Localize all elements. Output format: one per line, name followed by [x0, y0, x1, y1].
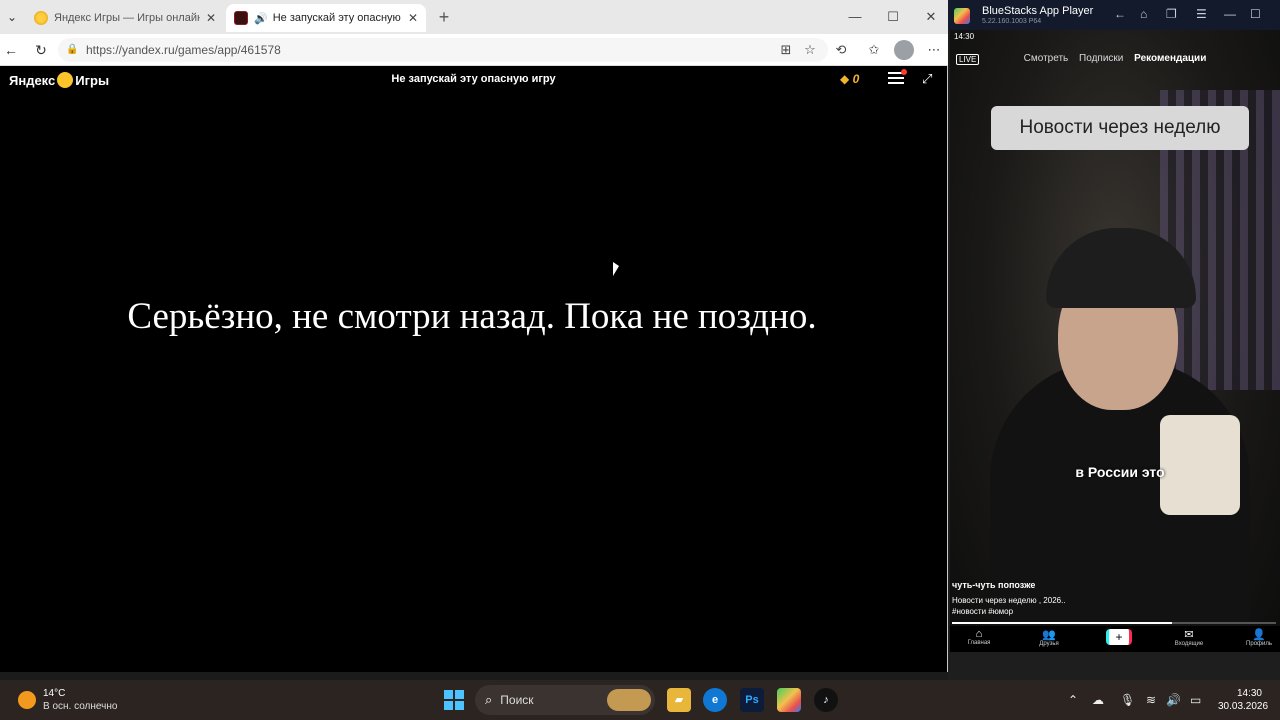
cloud-icon[interactable]: ☁: [1092, 693, 1104, 707]
tab-recommendations[interactable]: Рекомендации: [1134, 53, 1206, 64]
bottom-nav: ⌂ Главная 👥 Друзья + ✉ Входящие 👤 Профиль: [950, 626, 1280, 652]
tab-actions-chevron-icon[interactable]: ⌄: [2, 6, 22, 28]
friends-icon: 👥: [1042, 629, 1056, 641]
bluestacks-version: 5.22.160.1003 P64: [982, 18, 1042, 25]
back-arrow-icon[interactable]: ←: [0, 39, 22, 61]
profile-icon: 👤: [1252, 629, 1266, 641]
nav-home[interactable]: ⌂ Главная: [954, 628, 1004, 646]
inbox-icon: ✉: [1184, 629, 1194, 641]
start-windows-icon[interactable]: [444, 690, 464, 710]
bluestacks-title-bar: BlueStacks App Player 5.22.160.1003 P64 …: [948, 0, 1280, 30]
url-text: https://yandex.ru/games/app/461578: [86, 43, 281, 57]
yandex-games-favicon-icon: [34, 11, 48, 25]
address-bar-row: ← ↻ 🔒 https://yandex.ru/games/app/461578…: [0, 34, 948, 66]
recent-apps-icon[interactable]: ❐: [1166, 7, 1177, 21]
tab-yandex-games[interactable]: Яндекс Игры — Игры онлайн бе ✕: [26, 4, 224, 32]
tab-strip: ⌄ Яндекс Игры — Игры онлайн бе ✕ 🔊 Не за…: [0, 0, 948, 34]
maximize-icon[interactable]: ☐: [1250, 7, 1261, 21]
extensions-icon[interactable]: ⟲: [831, 40, 851, 60]
taskbar-search[interactable]: ⌕ Поиск: [475, 685, 655, 715]
notification-dot: [901, 69, 907, 75]
weather-description[interactable]: В осн. солнечно: [43, 701, 117, 712]
menu-icon[interactable]: ☰: [1196, 7, 1207, 21]
photoshop-icon[interactable]: Ps: [740, 688, 764, 712]
tab-title: Яндекс Игры — Игры онлайн бе: [54, 12, 200, 24]
bluestacks-title: BlueStacks App Player: [982, 5, 1094, 17]
bluestacks-logo-icon: [954, 8, 970, 24]
browser-window: ⌄ Яндекс Игры — Игры онлайн бе ✕ 🔊 Не за…: [0, 0, 948, 672]
video-caption: Новости через неделю: [991, 106, 1249, 150]
show-hidden-icons-chevron-icon[interactable]: ⌃: [1068, 693, 1078, 707]
wifi-icon[interactable]: ≋: [1146, 693, 1156, 707]
tab-title: Не запускай эту опасную иг: [272, 12, 402, 24]
maximize-icon[interactable]: ☐: [874, 6, 912, 28]
menu-icon[interactable]: [888, 69, 907, 86]
create-plus-icon[interactable]: +: [1106, 629, 1132, 645]
game-message: Серьёзно, не смотри назад. Пока не поздн…: [127, 296, 817, 337]
edge-browser-icon[interactable]: e: [703, 688, 727, 712]
nav-friends[interactable]: 👥 Друзья: [1024, 628, 1074, 647]
game-viewport[interactable]: Яндекс Игры Не запускай эту опасную игру…: [0, 66, 947, 672]
battery-icon[interactable]: ▭: [1190, 693, 1201, 707]
home-icon: ⌂: [975, 628, 983, 640]
tab-subscriptions[interactable]: Подписки: [1079, 53, 1123, 64]
video-progress-fill: [952, 622, 1173, 624]
video-author[interactable]: чуть-чуть попозже: [952, 580, 1035, 590]
bluestacks-window: BlueStacks App Player 5.22.160.1003 P64 …: [948, 0, 1280, 680]
back-arrow-icon[interactable]: ←: [1114, 7, 1126, 21]
fullscreen-icon[interactable]: ⤢: [922, 72, 936, 86]
site-info-lock-icon[interactable]: 🔒: [66, 44, 78, 56]
clock-date: 30.03.2026: [1218, 701, 1269, 712]
minimize-icon[interactable]: —: [1224, 7, 1236, 21]
close-window-icon[interactable]: ✕: [912, 6, 950, 28]
volume-icon[interactable]: 🔊: [1166, 693, 1181, 707]
nav-profile[interactable]: 👤 Профиль: [1234, 628, 1280, 647]
file-explorer-icon[interactable]: ▰: [667, 688, 691, 712]
favorites-list-icon[interactable]: ✩: [864, 40, 884, 60]
bluestacks-taskbar-icon[interactable]: [777, 688, 801, 712]
profile-avatar[interactable]: [894, 40, 914, 60]
video-progress-bar[interactable]: [952, 622, 1276, 624]
taskbar-clock[interactable]: 14:30 30.03.2026: [1218, 687, 1269, 713]
new-tab-plus-icon[interactable]: +: [434, 8, 454, 28]
app-install-icon[interactable]: ⊞: [776, 40, 796, 60]
more-menu-icon[interactable]: ⋯: [924, 40, 944, 60]
video-subtitle: в России это: [1075, 464, 1165, 480]
weather-sun-icon[interactable]: [18, 691, 36, 709]
clock-time: 14:30: [1236, 688, 1262, 699]
mouse-cursor-icon: [613, 262, 619, 276]
search-placeholder: Поиск: [500, 693, 534, 707]
address-bar[interactable]: 🔒 https://yandex.ru/games/app/461578: [58, 38, 828, 62]
tab-close-icon[interactable]: ✕: [206, 11, 216, 25]
game-title: Не запускай эту опасную игру: [391, 73, 556, 85]
feed-tabs: Смотреть Подписки Рекомендации: [950, 53, 1280, 64]
speaker-icon[interactable]: 🔊: [254, 12, 268, 25]
tiktok-video[interactable]: 14:30 LIVE Смотреть Подписки Рекомендаци…: [950, 30, 1280, 652]
search-icon: ⌕: [485, 692, 493, 707]
status-bar-time: 14:30: [954, 32, 975, 41]
video-description: Новости через неделю , 2026..: [952, 596, 1066, 605]
microphone-icon[interactable]: 🎙: [1120, 693, 1135, 707]
taskbar: 14°C В осн. солнечно ⌕ Поиск ▰ e Ps ♪ ⌃ …: [0, 680, 1280, 720]
home-icon[interactable]: ⌂: [1140, 7, 1147, 21]
tiktok-app-icon[interactable]: ♪: [814, 688, 838, 712]
favorite-star-icon[interactable]: ☆: [800, 40, 820, 60]
desktop: ⌄ Яндекс Игры — Игры онлайн бе ✕ 🔊 Не за…: [0, 0, 1280, 720]
search-highlight-image: [607, 689, 651, 711]
nav-inbox[interactable]: ✉ Входящие: [1164, 628, 1214, 647]
minimize-icon[interactable]: —: [836, 6, 874, 28]
weather-temperature[interactable]: 14°C: [43, 688, 65, 699]
tab-close-icon[interactable]: ✕: [408, 11, 418, 25]
tab-game[interactable]: 🔊 Не запускай эту опасную иг ✕: [226, 4, 426, 32]
video-hashtags[interactable]: #новости #юмор: [952, 607, 1013, 616]
tab-watch[interactable]: Смотреть: [1024, 53, 1069, 64]
coin-counter[interactable]: ◆ 0: [840, 72, 859, 86]
game-favicon-icon: [234, 11, 248, 25]
reload-icon[interactable]: ↻: [30, 39, 52, 61]
coin-count: 0: [852, 72, 860, 86]
